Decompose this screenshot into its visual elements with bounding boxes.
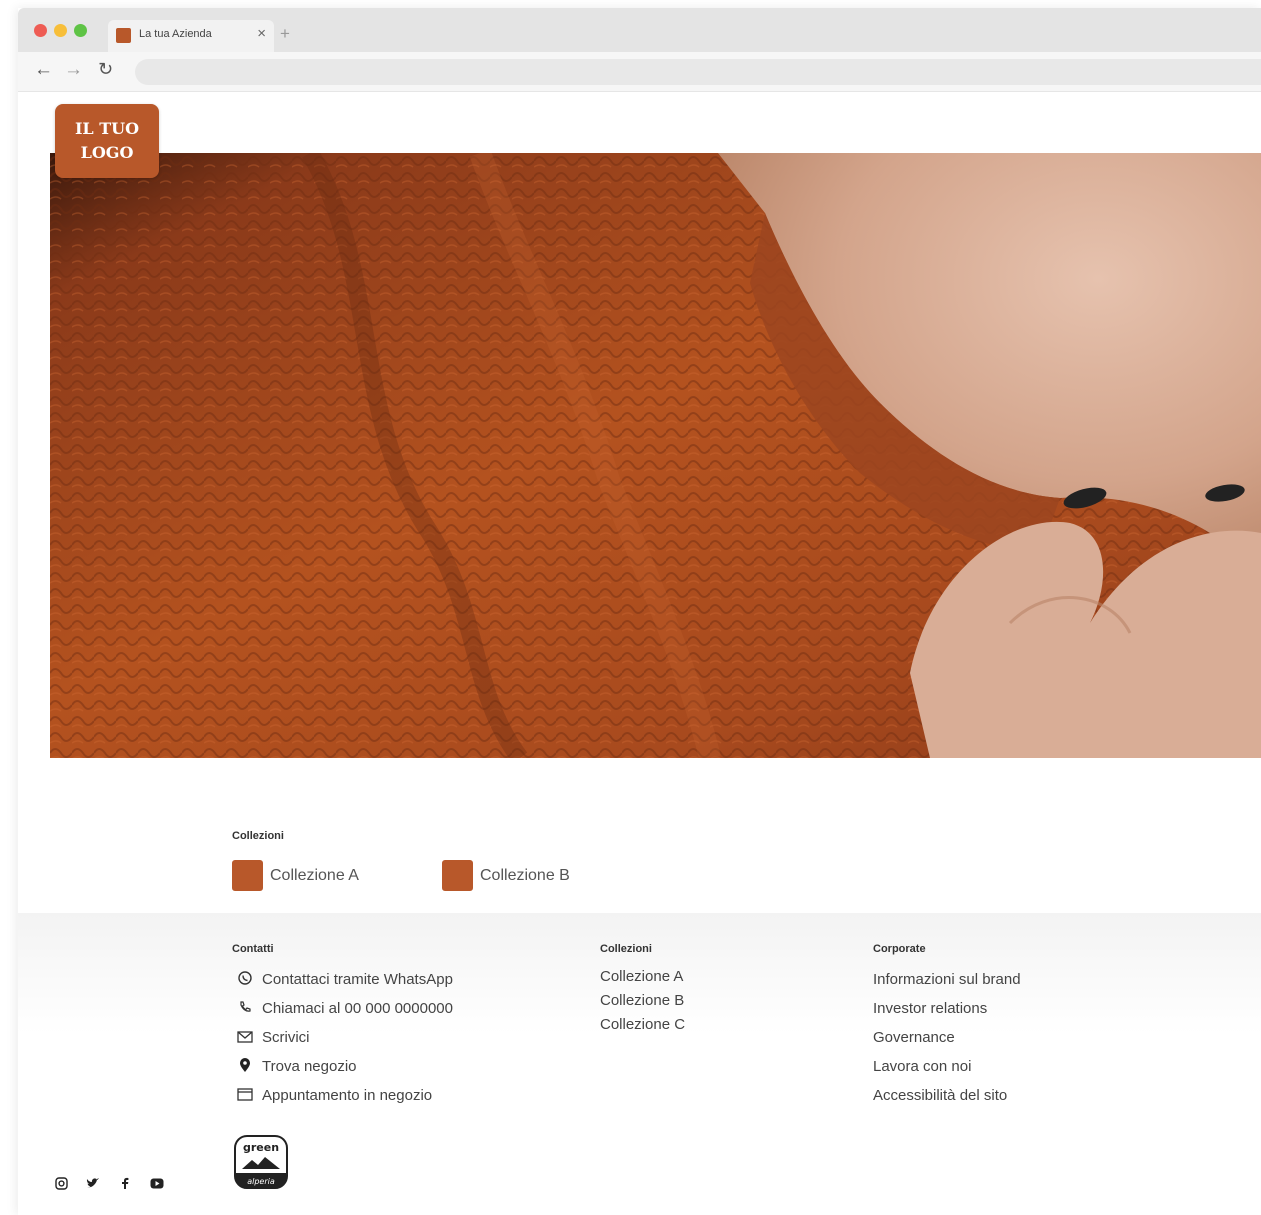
contact-whatsapp-label: Contattaci tramite WhatsApp xyxy=(262,971,453,988)
url-input[interactable] xyxy=(135,59,1261,85)
collection-a-label: Collezione A xyxy=(270,866,359,884)
collection-a-swatch xyxy=(232,860,263,891)
footer-collections-column: Collezioni Collezione A Collezione B Col… xyxy=(600,943,685,1037)
calendar-icon xyxy=(228,1087,262,1104)
contact-mail-label: Scrivici xyxy=(262,1029,310,1046)
address-bar: ← → ↻ xyxy=(18,52,1261,92)
contact-store-link[interactable]: Trova negozio xyxy=(232,1052,453,1081)
collections-strip-label: Collezioni xyxy=(232,830,284,842)
footer-corporate-column: Corporate Informazioni sul brand Investo… xyxy=(873,943,1021,1110)
close-window-button[interactable] xyxy=(34,24,47,37)
badge-alperia-text: alperia xyxy=(247,1177,275,1186)
facebook-icon[interactable] xyxy=(116,1174,134,1192)
corporate-heading: Corporate xyxy=(873,943,926,955)
badge-green-text: green xyxy=(243,1141,279,1154)
mail-icon xyxy=(228,1030,262,1046)
tab-title: La tua Azienda xyxy=(139,28,212,40)
phone-icon xyxy=(228,1000,262,1017)
site-header: IL TUO LOGO xyxy=(18,92,1261,178)
contact-appointment-label: Appuntamento in negozio xyxy=(262,1087,433,1104)
contact-appointment-link[interactable]: Appuntamento in negozio xyxy=(232,1081,453,1110)
footer-collection-a-link[interactable]: Collezione A xyxy=(600,965,685,989)
collection-b-link[interactable]: Collezione B xyxy=(442,860,570,891)
logo-line-1: IL TUO xyxy=(74,119,140,138)
collection-b-label: Collezione B xyxy=(480,866,570,884)
social-links xyxy=(52,1174,166,1192)
collection-a-link[interactable]: Collezione A xyxy=(232,860,359,891)
browser-window: La tua Azienda × + ← → ↻ IL TUO LOGO Col… xyxy=(18,8,1261,1215)
contact-phone-link[interactable]: Chiamaci al 00 000 0000000 xyxy=(232,994,453,1023)
site-footer: Contatti Contattaci tramite WhatsApp Chi… xyxy=(18,913,1261,1215)
reload-icon[interactable]: ↻ xyxy=(98,59,113,80)
footer-collection-c-link[interactable]: Collezione C xyxy=(600,1013,685,1037)
location-pin-icon xyxy=(228,1057,262,1076)
green-energy-badge: green alperia xyxy=(234,1135,288,1189)
careers-link[interactable]: Lavora con noi xyxy=(873,1052,1021,1081)
new-tab-button[interactable]: + xyxy=(280,24,290,44)
back-icon[interactable]: ← xyxy=(34,59,53,81)
forward-icon[interactable]: → xyxy=(64,59,83,81)
contact-whatsapp-link[interactable]: Contattaci tramite WhatsApp xyxy=(232,965,453,994)
minimize-window-button[interactable] xyxy=(54,24,67,37)
youtube-icon[interactable] xyxy=(148,1174,166,1192)
footer-collection-b-link[interactable]: Collezione B xyxy=(600,989,685,1013)
contacts-heading: Contatti xyxy=(232,943,274,955)
brand-info-link[interactable]: Informazioni sul brand xyxy=(873,965,1021,994)
footer-contacts-column: Contatti Contattaci tramite WhatsApp Chi… xyxy=(232,943,453,1110)
contact-mail-link[interactable]: Scrivici xyxy=(232,1023,453,1052)
collection-b-swatch xyxy=(442,860,473,891)
tab-bar: La tua Azienda × + xyxy=(18,8,1261,52)
twitter-icon[interactable] xyxy=(84,1174,102,1192)
browser-tab[interactable]: La tua Azienda × xyxy=(108,20,274,52)
maximize-window-button[interactable] xyxy=(74,24,87,37)
logo-line-2: LOGO xyxy=(80,143,134,162)
whatsapp-icon xyxy=(228,971,262,988)
site-logo[interactable]: IL TUO LOGO xyxy=(55,104,159,178)
favicon-icon xyxy=(116,28,131,43)
contact-store-label: Trova negozio xyxy=(262,1058,357,1075)
contact-phone-label: Chiamaci al 00 000 0000000 xyxy=(262,1000,453,1017)
governance-link[interactable]: Governance xyxy=(873,1023,1021,1052)
knit-sweater-photo xyxy=(50,153,1261,758)
accessibility-link[interactable]: Accessibilità del sito xyxy=(873,1081,1021,1110)
investor-relations-link[interactable]: Investor relations xyxy=(873,994,1021,1023)
instagram-icon[interactable] xyxy=(52,1174,70,1192)
footer-collections-heading: Collezioni xyxy=(600,943,652,955)
tab-close-icon[interactable]: × xyxy=(257,25,266,42)
hero-image xyxy=(50,153,1261,758)
